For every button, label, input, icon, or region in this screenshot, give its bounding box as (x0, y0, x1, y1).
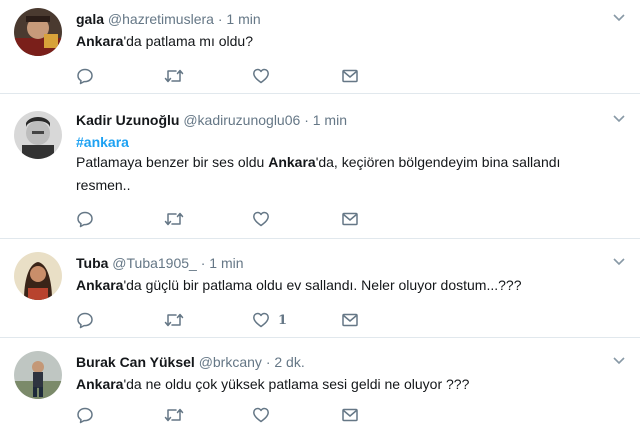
direct-message-button[interactable] (341, 66, 359, 86)
retweet-button[interactable] (164, 209, 184, 229)
retweet-button[interactable] (164, 66, 184, 86)
envelope-icon (342, 408, 358, 422)
tweet-text: #ankara Patlamaya benzer bir ses oldu An… (76, 132, 610, 195)
tweet-actions (76, 209, 376, 231)
user-handle[interactable]: @kadiruzunoglu06 (183, 112, 300, 128)
retweet-icon (164, 212, 184, 226)
reply-icon (77, 68, 93, 85)
tweet[interactable]: Kadir Uzunoğlu @kadiruzunoglu06 · 1 min … (0, 95, 640, 239)
retweet-button[interactable] (164, 405, 184, 425)
retweet-button[interactable] (164, 310, 184, 330)
avatar-image (14, 111, 62, 159)
retweet-icon (164, 313, 184, 327)
direct-message-button[interactable] (341, 209, 359, 229)
reply-button[interactable] (76, 66, 94, 86)
timestamp[interactable]: 1 min (209, 255, 243, 271)
tweet-header: gala @hazretimuslera · 1 min (76, 10, 610, 28)
like-button[interactable] (252, 405, 278, 425)
tweet[interactable]: gala @hazretimuslera · 1 min Ankara'da p… (0, 0, 640, 94)
tweet-text-rest: 'da, keçiören bölgendeyim bina sallandı (315, 154, 561, 170)
reply-button[interactable] (76, 405, 94, 425)
heart-icon (253, 407, 269, 423)
avatar[interactable] (14, 111, 62, 159)
like-button[interactable] (252, 66, 278, 86)
separator-dot: · (217, 11, 223, 27)
retweet-icon (164, 408, 184, 422)
separator-dot: · (304, 112, 309, 128)
chevron-down-icon[interactable] (612, 10, 626, 24)
display-name[interactable]: gala (76, 11, 104, 27)
heart-icon (253, 211, 269, 227)
heart-icon (253, 68, 269, 84)
tweet-actions (76, 66, 376, 88)
display-name[interactable]: Burak Can Yüksel (76, 354, 195, 370)
tweet-text: Ankara'da ne oldu çok yüksek patlama ses… (76, 374, 610, 394)
retweet-icon (164, 69, 184, 83)
timestamp[interactable]: 1 min (313, 112, 347, 128)
tweet-text-pre: Patlamaya benzer bir ses oldu (76, 154, 269, 170)
direct-message-button[interactable] (341, 405, 359, 425)
tweet[interactable]: Tuba @Tuba1905_ · 1 min Ankara'da güçlü … (0, 240, 640, 338)
tweet-text: Ankara'da patlama mı oldu? (76, 31, 610, 51)
tweet-text-rest: 'da ne oldu çok yüksek patlama sesi geld… (123, 376, 470, 392)
reply-icon (77, 312, 93, 329)
user-handle[interactable]: @brkcany (199, 354, 262, 370)
chevron-down-icon[interactable] (612, 353, 626, 367)
tweet-feed: gala @hazretimuslera · 1 min Ankara'da p… (0, 0, 640, 441)
avatar-image (14, 351, 62, 399)
tweet-actions (76, 405, 376, 427)
avatar-image (14, 252, 62, 300)
envelope-icon (342, 212, 358, 226)
display-name[interactable]: Tuba (76, 255, 108, 271)
keyword-ankara[interactable]: Ankara (76, 376, 123, 392)
like-button[interactable]: 1 (252, 310, 287, 330)
tweet-text-rest: 'da patlama mı oldu? (123, 33, 253, 49)
like-button[interactable] (252, 209, 278, 229)
tweet[interactable]: Burak Can Yüksel @brkcany · 2 dk. Ankara… (0, 339, 640, 441)
avatar[interactable] (14, 8, 62, 56)
keyword-ankara[interactable]: Ankara (76, 277, 123, 293)
like-count: 1 (278, 312, 288, 328)
avatar-image (14, 8, 62, 56)
heart-icon (253, 312, 269, 328)
hashtag-link[interactable]: #ankara (76, 134, 129, 150)
tweet-header: Burak Can Yüksel @brkcany · 2 dk. (76, 353, 610, 371)
chevron-down-icon[interactable] (612, 254, 626, 268)
display-name[interactable]: Kadir Uzunoğlu (76, 112, 179, 128)
avatar[interactable] (14, 252, 62, 300)
keyword-ankara[interactable]: Ankara (268, 154, 315, 170)
envelope-icon (342, 313, 358, 327)
timestamp[interactable]: 1 min (226, 11, 260, 27)
user-handle[interactable]: @Tuba1905_ (112, 255, 197, 271)
tweet-actions: 1 (76, 310, 376, 332)
user-handle[interactable]: @hazretimuslera (108, 11, 214, 27)
separator-dot: · (200, 255, 206, 271)
avatar[interactable] (14, 351, 62, 399)
envelope-icon (342, 69, 358, 83)
tweet-header: Tuba @Tuba1905_ · 1 min (76, 254, 610, 272)
reply-icon (77, 211, 93, 228)
reply-icon (77, 407, 93, 424)
reply-button[interactable] (76, 310, 94, 330)
tweet-text: Ankara'da güçlü bir patlama oldu ev sall… (76, 275, 610, 295)
chevron-down-icon[interactable] (612, 111, 626, 125)
direct-message-button[interactable] (341, 310, 359, 330)
tweet-text-line2: resmen.. (76, 177, 131, 193)
keyword-ankara[interactable]: Ankara (76, 33, 123, 49)
timestamp[interactable]: 2 dk. (274, 354, 304, 370)
separator-dot: · (265, 354, 271, 370)
reply-button[interactable] (76, 209, 94, 229)
tweet-header: Kadir Uzunoğlu @kadiruzunoglu06 · 1 min (76, 111, 610, 129)
tweet-text-rest: 'da güçlü bir patlama oldu ev sallandı. … (123, 277, 522, 293)
